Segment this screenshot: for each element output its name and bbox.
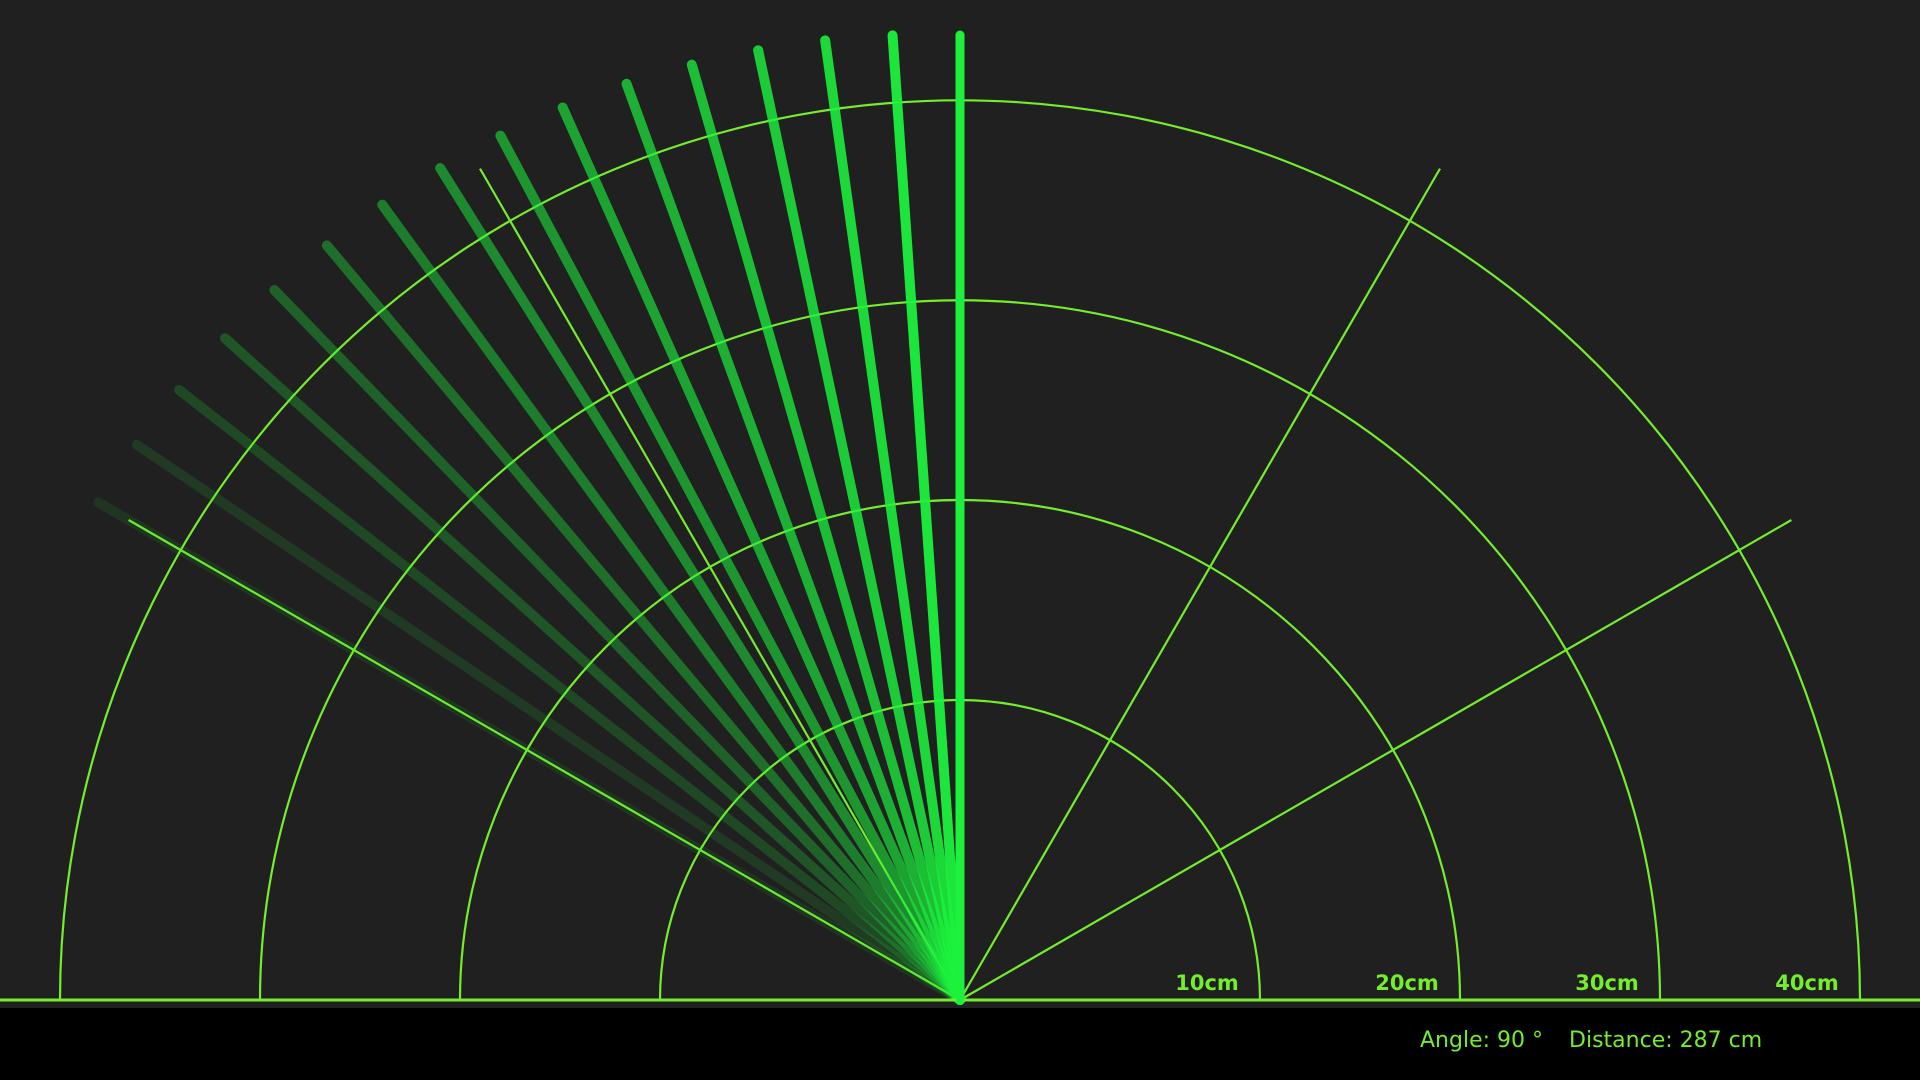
range-label-1: 10cm	[1175, 971, 1239, 995]
status-readout: Angle: 90 ° Distance: 287 cm	[1420, 1028, 1762, 1053]
distance-unit: cm	[1728, 1028, 1763, 1053]
radar-origin	[956, 996, 964, 1004]
distance-label: Distance:	[1569, 1028, 1673, 1053]
spoke-60	[959, 168, 1441, 1001]
range-label-4: 40cm	[1775, 971, 1839, 995]
sweep-trail-line	[174, 384, 965, 1005]
angle-label: Angle:	[1420, 1028, 1491, 1053]
distance-value: 287	[1679, 1028, 1722, 1053]
angle-value: 90	[1497, 1028, 1526, 1053]
radar-display: 10cm 20cm 30cm 40cm	[0, 30, 1920, 1005]
radar-screen: 10cm 20cm 30cm 40cm Angle: 90 ° Distance: 2…	[0, 0, 1920, 1080]
range-label-2: 20cm	[1375, 971, 1439, 995]
range-labels: 10cm 20cm 30cm 40cm	[1175, 971, 1839, 995]
spoke-30	[959, 519, 1792, 1001]
range-label-3: 30cm	[1575, 971, 1639, 995]
sweep-trail-line	[220, 333, 965, 1005]
angle-unit: °	[1532, 1028, 1544, 1053]
